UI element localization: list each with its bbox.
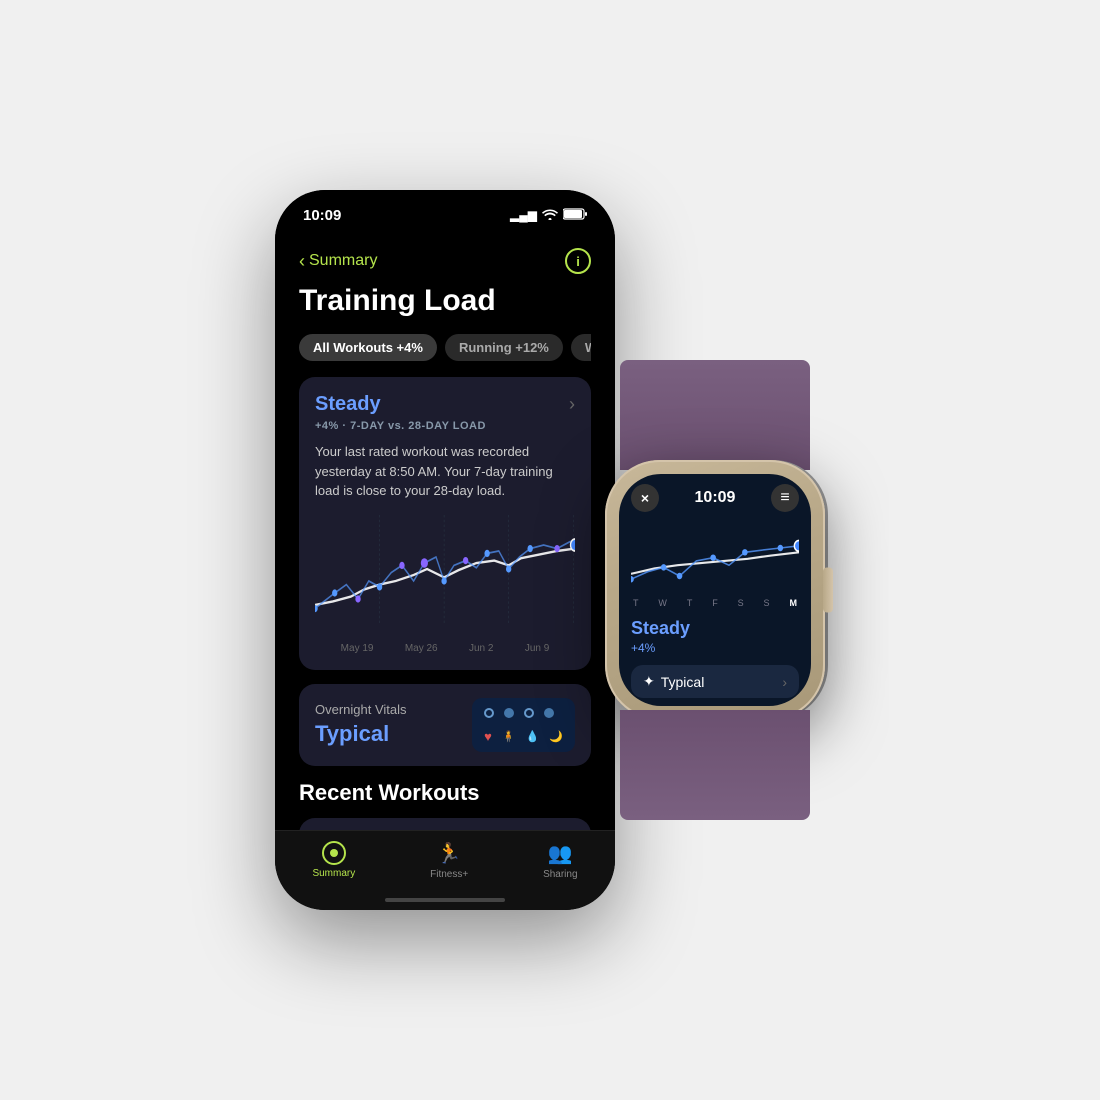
home-indicator bbox=[385, 898, 505, 902]
chart-label-may26: May 26 bbox=[405, 643, 438, 654]
vitals-row-top bbox=[484, 706, 563, 721]
watch-steady-label: Steady bbox=[631, 618, 799, 639]
summary-ring-icon bbox=[322, 841, 346, 865]
tab-running[interactable]: Running +12% bbox=[445, 334, 563, 361]
moon-icon: 🌙 bbox=[549, 730, 563, 743]
tab-sharing[interactable]: 👥 Sharing bbox=[543, 841, 577, 880]
chart-svg bbox=[315, 515, 575, 635]
tab-bar: Summary 🏃 Fitness+ 👥 Sharing bbox=[275, 830, 615, 910]
watch-typical-info: ✦ Typical bbox=[643, 673, 704, 690]
tabs-row: All Workouts +4% Running +12% Walking bbox=[299, 334, 591, 361]
signal-icon: ▂▄▆ bbox=[510, 208, 537, 222]
vitals-row-bottom: ♥ 🧍 💧 🌙 bbox=[484, 729, 563, 744]
steady-description: Your last rated workout was recorded yes… bbox=[315, 442, 575, 501]
watch-time: 10:09 bbox=[695, 489, 736, 507]
chart-label-jun2: Jun 2 bbox=[469, 643, 493, 654]
recent-workouts-title: Recent Workouts bbox=[299, 780, 591, 806]
training-chart bbox=[315, 515, 575, 635]
tab-summary[interactable]: Summary bbox=[312, 841, 355, 879]
tab-sharing-label: Sharing bbox=[543, 869, 577, 880]
watch-typical-row[interactable]: ✦ Typical › bbox=[631, 665, 799, 698]
watch-percent: +4% bbox=[631, 641, 799, 655]
steady-header: Steady › bbox=[315, 393, 575, 416]
back-button[interactable]: ‹ Summary bbox=[299, 251, 377, 272]
watch-day-t1: T bbox=[633, 598, 639, 608]
iphone-content: ‹ Summary i Training Load All Workouts +… bbox=[275, 240, 615, 887]
watch-day-m: M bbox=[789, 598, 797, 608]
wifi-icon bbox=[542, 208, 558, 223]
chart-label-jun9: Jun 9 bbox=[525, 643, 549, 654]
vitals-dot-2 bbox=[504, 708, 514, 718]
training-load-card: Steady › +4% · 7-DAY vs. 28-DAY LOAD You… bbox=[299, 377, 591, 670]
scene: 10:09 ▂▄▆ ‹ Summary bbox=[275, 190, 825, 910]
steady-sub: +4% · 7-DAY vs. 28-DAY LOAD bbox=[315, 420, 575, 432]
status-icons: ▂▄▆ bbox=[510, 208, 587, 223]
watch-top-bar: × 10:09 ≡ bbox=[631, 484, 799, 512]
dynamic-island bbox=[395, 202, 495, 230]
watch-typical-label: Typical bbox=[661, 674, 705, 690]
nav-bar: ‹ Summary i bbox=[299, 240, 591, 284]
watch-container: × 10:09 ≡ bbox=[605, 460, 825, 720]
chevron-right-icon: › bbox=[569, 394, 575, 415]
watch-close-icon: × bbox=[641, 490, 649, 506]
watch-menu-button[interactable]: ≡ bbox=[771, 484, 799, 512]
back-label: Summary bbox=[309, 252, 377, 270]
watch-close-button[interactable]: × bbox=[631, 484, 659, 512]
tab-walking[interactable]: Walking bbox=[571, 334, 591, 361]
fitness-plus-icon: 🏃 bbox=[437, 841, 462, 866]
steady-label: Steady bbox=[315, 393, 381, 416]
watch-chart bbox=[631, 520, 799, 590]
vitals-title: Overnight Vitals bbox=[315, 702, 407, 717]
watch-day-s2: S bbox=[764, 598, 770, 608]
vitals-dot-1 bbox=[484, 708, 494, 718]
watch-chart-svg bbox=[631, 520, 799, 590]
tab-fitness-label: Fitness+ bbox=[430, 869, 468, 880]
watch-screen: × 10:09 ≡ bbox=[619, 474, 811, 706]
watch-typical-icon: ✦ bbox=[643, 673, 655, 690]
watch-typical-chevron-icon: › bbox=[782, 674, 787, 690]
watch-crown[interactable] bbox=[823, 568, 833, 613]
tab-summary-label: Summary bbox=[312, 868, 355, 879]
watch-band-top bbox=[620, 360, 810, 470]
vitals-dot-3 bbox=[524, 708, 534, 718]
chart-label-may19: May 19 bbox=[341, 643, 374, 654]
tab-fitness-plus[interactable]: 🏃 Fitness+ bbox=[430, 841, 468, 880]
vitals-dot-4 bbox=[544, 708, 554, 718]
info-button[interactable]: i bbox=[565, 248, 591, 274]
drop-icon: 💧 bbox=[526, 730, 540, 743]
watch-band-bottom bbox=[620, 710, 810, 820]
status-time: 10:09 bbox=[303, 207, 341, 224]
watch-menu-icon: ≡ bbox=[780, 489, 789, 507]
watch-day-labels: T W T F S S M bbox=[631, 598, 799, 608]
watch-content: × 10:09 ≡ bbox=[619, 474, 811, 706]
watch-day-f: F bbox=[712, 598, 718, 608]
vitals-info: Overnight Vitals Typical bbox=[315, 702, 407, 747]
battery-icon bbox=[563, 208, 587, 223]
iphone-screen: 10:09 ▂▄▆ ‹ Summary bbox=[275, 190, 615, 910]
iphone: 10:09 ▂▄▆ ‹ Summary bbox=[275, 190, 615, 910]
vitals-card: Overnight Vitals Typical ♥ 🧍 bbox=[299, 684, 591, 766]
tab-all-workouts[interactable]: All Workouts +4% bbox=[299, 334, 437, 361]
sharing-icon: 👥 bbox=[548, 841, 573, 866]
watch-day-w: W bbox=[658, 598, 667, 608]
watch-day-t2: T bbox=[687, 598, 693, 608]
page-title: Training Load bbox=[299, 284, 591, 318]
apple-watch: × 10:09 ≡ bbox=[605, 460, 825, 720]
vitals-grid: ♥ 🧍 💧 🌙 bbox=[472, 698, 575, 752]
info-icon: i bbox=[576, 254, 580, 269]
back-chevron-icon: ‹ bbox=[299, 251, 305, 272]
chart-labels: May 19 May 26 Jun 2 Jun 9 bbox=[315, 643, 575, 654]
heart-icon: ♥ bbox=[484, 729, 492, 744]
vitals-status: Typical bbox=[315, 721, 407, 747]
person-icon: 🧍 bbox=[502, 730, 516, 743]
watch-day-s1: S bbox=[738, 598, 744, 608]
